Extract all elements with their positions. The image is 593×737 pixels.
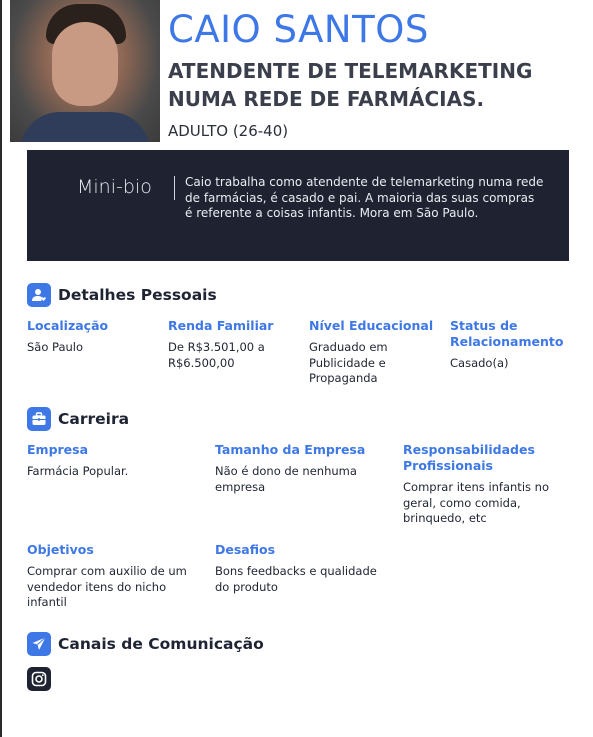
field-value: Comprar com auxilio de um vendedor itens…: [27, 564, 187, 609]
briefcase-icon: [27, 407, 51, 431]
field-goals: Objetivos Comprar com auxilio de um vend…: [27, 542, 197, 611]
persona-age-group: ADULTO (26-40): [168, 122, 289, 140]
field-label: Nível Educacional: [309, 318, 434, 333]
field-label: Tamanho da Empresa: [215, 442, 366, 457]
field-value: Comprar itens infantis no geral, como co…: [403, 480, 549, 525]
field-value: São Paulo: [27, 340, 84, 354]
field-label: Status de Relacionamento: [450, 318, 564, 349]
field-value: Bons feedbacks e qualidade do produto: [215, 564, 377, 594]
send-icon: [27, 632, 51, 656]
persona-role: ATENDENTE DE TELEMARKETING NUMA REDE DE …: [168, 59, 533, 111]
career-title: Carreira: [58, 410, 130, 428]
field-value: Graduado em Publicidade e Propaganda: [309, 340, 388, 385]
personal-details-header: Detalhes Pessoais: [27, 283, 217, 307]
field-family-income: Renda Familiar De R$3.501,00 a R$6.500,0…: [168, 318, 288, 371]
channels-header: Canais de Comunicação: [27, 632, 264, 656]
field-value: Farmácia Popular.: [27, 464, 129, 478]
field-label: Localização: [27, 318, 109, 333]
instagram-icon[interactable]: [27, 667, 51, 691]
field-label: Responsabilidades Profissionais: [403, 442, 535, 473]
field-value: Não é dono de nenhuma empresa: [215, 464, 357, 494]
field-label: Renda Familiar: [168, 318, 274, 333]
field-label: Desafios: [215, 542, 276, 557]
field-responsibilities: Responsabilidades Profissionais Comprar …: [403, 442, 573, 527]
field-location: Localização São Paulo: [27, 318, 157, 356]
persona-name: CAIO SANTOS: [168, 8, 429, 51]
personal-details-title: Detalhes Pessoais: [58, 286, 217, 304]
mini-bio-divider: [174, 176, 175, 200]
field-education: Nível Educacional Graduado em Publicidad…: [309, 318, 434, 387]
field-value: De R$3.501,00 a R$6.500,00: [168, 340, 265, 370]
career-header: Carreira: [27, 407, 129, 431]
field-challenges: Desafios Bons feedbacks e qualidade do p…: [215, 542, 385, 595]
channels-title: Canais de Comunicação: [58, 635, 264, 653]
field-label: Empresa: [27, 442, 89, 457]
mini-bio-text: Caio trabalha como atendente de telemark…: [185, 175, 544, 220]
page-left-border: [0, 0, 2, 737]
user-heart-icon: [27, 283, 51, 307]
field-company-size: Tamanho da Empresa Não é dono de nenhuma…: [215, 442, 385, 495]
mini-bio-title: Mini-bio: [77, 176, 152, 198]
field-company: Empresa Farmácia Popular.: [27, 442, 197, 480]
field-value: Casado(a): [450, 356, 509, 370]
profile-photo: [10, 0, 160, 142]
field-relationship-status: Status de Relacionamento Casado(a): [450, 318, 570, 372]
field-label: Objetivos: [27, 542, 94, 557]
mini-bio-panel: Mini-bio Caio trabalha como atendente de…: [27, 150, 569, 261]
